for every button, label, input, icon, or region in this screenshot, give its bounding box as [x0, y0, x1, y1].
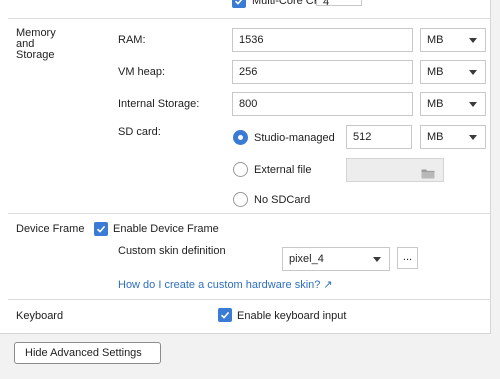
external-file-path-field[interactable] [346, 158, 444, 182]
keyboard-section-label: Keyboard [16, 310, 64, 322]
sd-card-size-value: 512 [353, 131, 372, 143]
chevron-down-icon [469, 38, 477, 43]
advanced-settings-panel: Multi-Core CPU 4 Memory and Storage RAM:… [0, 0, 491, 334]
enable-keyboard-input-label[interactable]: Enable keyboard input [237, 309, 346, 323]
custom-skin-select[interactable]: pixel_4 [282, 247, 390, 271]
custom-skin-label: Custom skin definition [118, 245, 226, 257]
vm-heap-unit: MB [427, 66, 444, 78]
internal-storage-unit-select[interactable]: MB [420, 92, 486, 116]
ram-label: RAM: [118, 34, 146, 46]
sd-card-label: SD card: [118, 126, 161, 138]
sd-card-size-input[interactable]: 512 [346, 125, 412, 149]
sd-no-sdcard-radio[interactable] [233, 192, 248, 207]
divider [8, 18, 491, 19]
vm-heap-value: 256 [239, 66, 258, 78]
hide-advanced-settings-button[interactable]: Hide Advanced Settings [14, 342, 161, 364]
vm-heap-input[interactable]: 256 [232, 60, 413, 84]
browse-skin-label: ... [402, 251, 413, 263]
divider [8, 299, 491, 300]
internal-storage-label: Internal Storage: [118, 98, 200, 110]
device-frame-section-label: Device Frame [16, 223, 85, 235]
multi-core-cpu-select[interactable]: 4 [316, 0, 362, 8]
enable-device-frame-label[interactable]: Enable Device Frame [113, 222, 219, 236]
sd-external-file-label: External file [254, 164, 312, 176]
vm-heap-unit-select[interactable]: MB [420, 60, 486, 84]
browse-skin-button[interactable]: ... [397, 247, 418, 269]
ram-unit-select[interactable]: MB [420, 28, 486, 52]
internal-storage-input[interactable]: 800 [232, 92, 413, 116]
chevron-down-icon [469, 70, 477, 75]
chevron-down-icon [373, 257, 381, 262]
enable-device-frame-checkbox[interactable] [94, 222, 108, 236]
multi-core-cpu-checkbox[interactable] [232, 0, 246, 8]
sd-studio-managed-label: Studio-managed [254, 132, 335, 144]
vm-heap-label: VM heap: [118, 66, 166, 78]
sd-external-file-radio[interactable] [233, 162, 248, 177]
sd-studio-managed-radio[interactable] [233, 130, 248, 145]
chevron-down-icon [469, 135, 477, 140]
custom-skin-value: pixel_4 [289, 253, 324, 265]
multi-core-cpu-value: 4 [323, 0, 330, 8]
memory-storage-section-label: Memory and Storage [16, 27, 56, 61]
hide-advanced-settings-label: Hide Advanced Settings [25, 347, 142, 359]
sd-card-unit-select[interactable]: MB [420, 125, 486, 149]
ram-input[interactable]: 1536 [232, 28, 413, 52]
sd-no-sdcard-label: No SDCard [254, 194, 311, 206]
internal-storage-value: 800 [239, 98, 258, 110]
ram-unit: MB [427, 34, 444, 46]
enable-keyboard-input-checkbox[interactable] [218, 308, 232, 322]
sd-card-unit: MB [427, 131, 444, 143]
divider [8, 213, 491, 214]
chevron-down-icon [469, 102, 477, 107]
folder-icon[interactable] [421, 165, 435, 181]
ram-value: 1536 [239, 34, 264, 46]
custom-skin-help-link[interactable]: How do I create a custom hardware skin? … [118, 278, 333, 292]
internal-storage-unit: MB [427, 98, 444, 110]
